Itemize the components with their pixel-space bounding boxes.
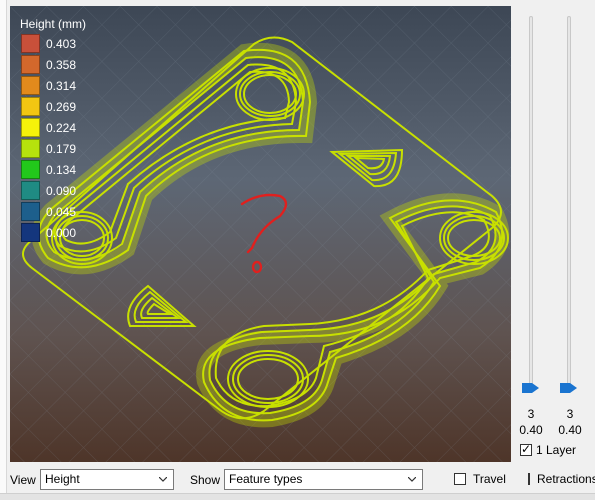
lower-layer-number: 3 xyxy=(527,407,535,421)
legend-row: 0.314 xyxy=(18,75,88,96)
gcode-preview-canvas[interactable]: Height (mm) 0.403 0.358 0.314 0.269 0.22… xyxy=(10,6,511,462)
legend-value: 0.269 xyxy=(46,99,77,114)
legend-swatch xyxy=(21,160,40,179)
legend-swatch xyxy=(21,118,40,137)
show-features-value: Feature types xyxy=(229,472,303,486)
retractions-label: Retractions xyxy=(537,472,595,486)
window-left-edge xyxy=(0,0,7,499)
legend-value: 0.314 xyxy=(46,78,77,93)
view-type-value: Height xyxy=(45,472,80,486)
legend-row: 0.179 xyxy=(18,138,88,159)
legend-row: 0.045 xyxy=(18,201,88,222)
legend-value: 0.000 xyxy=(46,225,77,240)
legend-swatch xyxy=(21,202,40,221)
legend-swatch xyxy=(21,34,40,53)
legend-row: 0.090 xyxy=(18,180,88,201)
show-label: Show xyxy=(190,473,221,487)
travel-toggle[interactable]: Travel xyxy=(454,472,506,486)
view-label: View xyxy=(10,473,36,487)
layer-slider-lower-handle[interactable] xyxy=(521,381,540,395)
travel-label: Travel xyxy=(473,472,506,486)
legend-swatch xyxy=(21,223,40,242)
legend-swatch xyxy=(21,76,40,95)
legend-title: Height (mm) xyxy=(20,17,87,31)
chevron-down-icon xyxy=(159,477,167,482)
legend-row: 0.134 xyxy=(18,159,88,180)
upper-layer-height: 0.40 xyxy=(558,423,582,437)
layer-slider-upper-handle[interactable] xyxy=(559,381,578,395)
legend-row: 0.358 xyxy=(18,54,88,75)
legend-value: 0.134 xyxy=(46,162,77,177)
retractions-toggle[interactable]: Retractions xyxy=(528,472,595,486)
legend-swatch xyxy=(21,55,40,74)
legend-row: 0.269 xyxy=(18,96,88,117)
view-type-select[interactable]: Height xyxy=(40,469,174,490)
legend-value: 0.358 xyxy=(46,57,77,72)
show-features-select[interactable]: Feature types xyxy=(224,469,423,490)
legend-value: 0.224 xyxy=(46,120,77,135)
lower-layer-height: 0.40 xyxy=(519,423,543,437)
legend-swatch xyxy=(21,139,40,158)
one-layer-checkbox[interactable] xyxy=(520,442,532,456)
legend-row: 0.000 xyxy=(18,222,88,243)
legend-swatch xyxy=(21,97,40,116)
layer-slider-lower-track[interactable] xyxy=(529,16,533,392)
legend-value: 0.090 xyxy=(46,183,77,198)
travel-checkbox[interactable] xyxy=(454,473,466,485)
layer-slider-upper-track[interactable] xyxy=(567,16,571,392)
height-legend: Height (mm) 0.403 0.358 0.314 0.269 0.22… xyxy=(18,16,88,243)
chevron-down-icon xyxy=(408,477,416,482)
legend-row: 0.224 xyxy=(18,117,88,138)
upper-layer-number: 3 xyxy=(566,407,574,421)
one-layer-label: 1 Layer xyxy=(536,443,577,457)
legend-row: 0.403 xyxy=(18,33,88,54)
one-layer-toggle[interactable]: 1 Layer xyxy=(520,442,577,457)
legend-value: 0.179 xyxy=(46,141,77,156)
legend-value: 0.403 xyxy=(46,36,77,51)
retractions-checkbox[interactable] xyxy=(528,473,530,485)
legend-value: 0.045 xyxy=(46,204,77,219)
legend-swatch xyxy=(21,181,40,200)
